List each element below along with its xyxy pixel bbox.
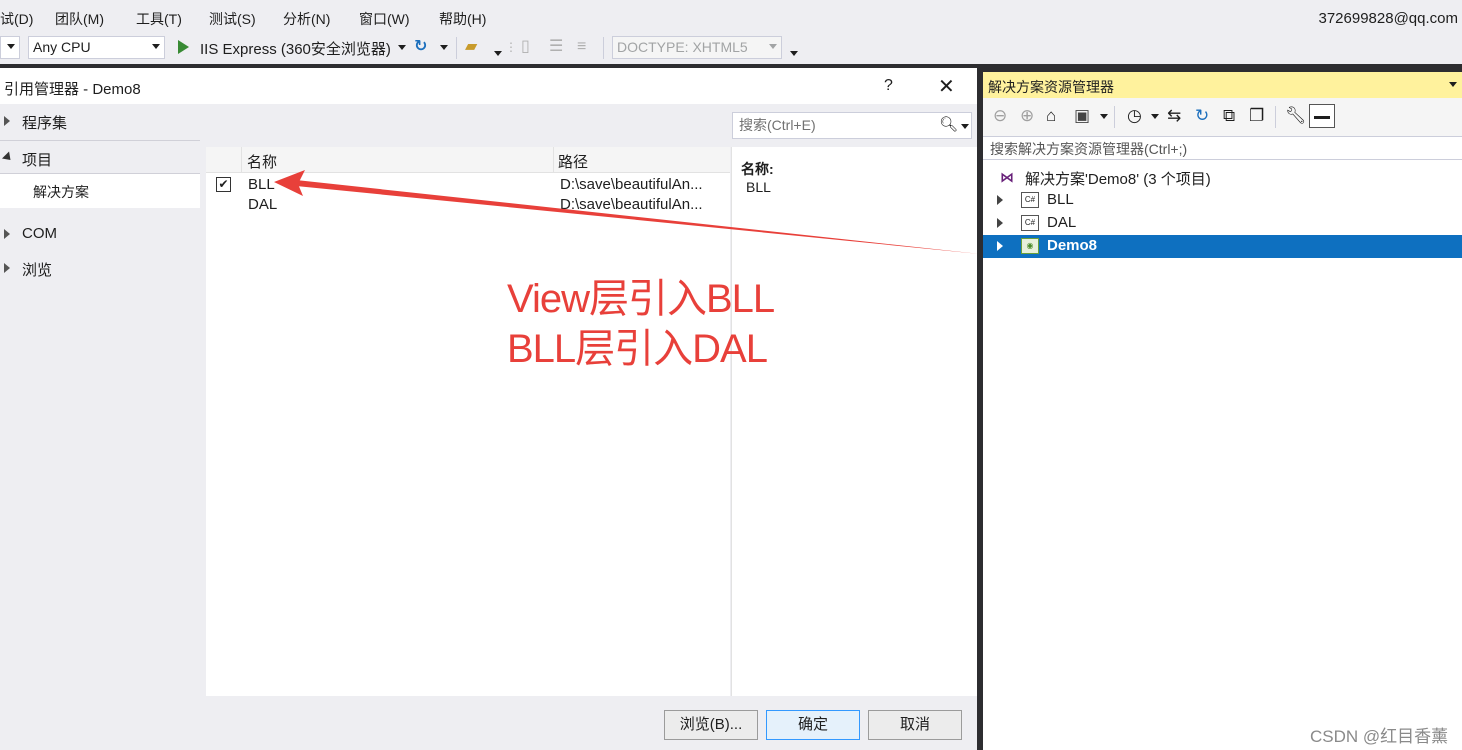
csharp-project-icon: C# <box>1021 215 1039 231</box>
solution-explorer-title: 解决方案资源管理器 <box>983 72 1462 98</box>
annotation-line-2: BLL层引入DAL <box>507 327 768 371</box>
expand-arrow-icon[interactable] <box>997 218 1003 228</box>
chevron-down-icon[interactable] <box>1100 114 1108 119</box>
tree-item-bll[interactable]: C# BLL <box>983 189 1462 212</box>
solution-search[interactable] <box>983 136 1462 160</box>
chevron-down-icon[interactable] <box>1151 114 1159 119</box>
tree-root[interactable]: ⋈ 解决方案'Demo8' (3 个项目) <box>983 166 1462 189</box>
watermark: CSDN @红目香薰 <box>1310 727 1449 746</box>
solution-label: 解决方案'Demo8' (3 个项目) <box>1025 171 1211 188</box>
annotation-text: View层引入BLL BLL层引入DAL <box>507 274 775 374</box>
toolbar-separator <box>1114 106 1115 128</box>
tree-item-demo8[interactable]: ◉ Demo8 <box>983 235 1462 258</box>
arrow-shaft <box>296 180 980 254</box>
switch-view-icon[interactable]: ▣ <box>1074 106 1090 126</box>
preview-icon[interactable] <box>1309 104 1335 128</box>
collapse-all-icon[interactable]: ⧉ <box>1223 106 1235 126</box>
toolbar-separator <box>1275 106 1276 128</box>
web-project-icon: ◉ <box>1021 238 1039 254</box>
history-icon[interactable]: ◷ <box>1127 106 1142 126</box>
sync-icon[interactable]: ⇆ <box>1167 106 1181 126</box>
expand-arrow-icon[interactable] <box>997 241 1003 251</box>
visual-studio-icon: ⋈ <box>1000 169 1014 185</box>
solution-explorer-toolbar: ⊖ ⊕ ⌂ ▣ ◷ ⇆ ↻ ⧉ ❐ 🔧︎ <box>983 98 1462 136</box>
refresh-icon[interactable]: ↻ <box>1195 106 1209 126</box>
project-label: BLL <box>1047 191 1074 208</box>
annotation-line-1: View层引入BLL <box>507 277 775 321</box>
solution-search-input[interactable] <box>988 140 1452 158</box>
copy-icon[interactable]: ❐ <box>1249 106 1264 126</box>
window-options-icon[interactable] <box>1449 82 1457 87</box>
csharp-project-icon: C# <box>1021 192 1039 208</box>
home-icon[interactable]: ⌂ <box>1046 106 1056 126</box>
project-label: Demo8 <box>1047 237 1098 254</box>
solution-explorer: 解决方案资源管理器 ⊖ ⊕ ⌂ ▣ ◷ ⇆ ↻ ⧉ ❐ 🔧︎ ⋈ 解决方案'De… <box>983 72 1462 750</box>
forward-icon[interactable]: ⊕ <box>1020 106 1034 126</box>
tree-item-dal[interactable]: C# DAL <box>983 212 1462 235</box>
back-icon[interactable]: ⊖ <box>993 106 1007 126</box>
project-label: DAL <box>1047 214 1077 231</box>
expand-arrow-icon[interactable] <box>997 195 1003 205</box>
properties-wrench-icon[interactable]: 🔧︎ <box>1285 106 1307 126</box>
solution-explorer-title-text: 解决方案资源管理器 <box>988 79 1114 95</box>
